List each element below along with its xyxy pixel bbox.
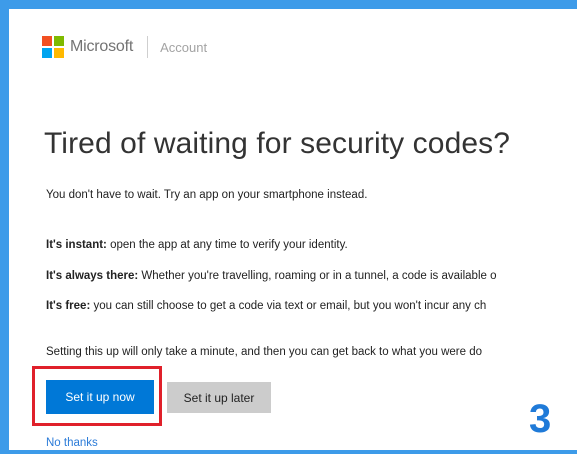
- brand-name: Microsoft: [70, 38, 134, 55]
- header-divider: [147, 36, 149, 58]
- page-title: Tired of waiting for security codes?: [44, 127, 511, 160]
- setup-note: Setting this up will only take a minute,…: [46, 346, 482, 358]
- logo-yellow-square: [54, 48, 64, 58]
- logo-green-square: [54, 36, 64, 46]
- intro-text: You don't have to wait. Try an app on yo…: [46, 189, 368, 201]
- set-it-up-later-button[interactable]: Set it up later: [167, 382, 271, 413]
- benefit-always-there: It's always there: Whether you're travel…: [46, 270, 497, 282]
- set-it-up-now-button[interactable]: Set it up now: [46, 380, 154, 414]
- logo-red-square: [42, 36, 52, 46]
- no-thanks-link[interactable]: No thanks: [46, 437, 98, 449]
- benefit-text: Whether you're travelling, roaming or in…: [138, 270, 497, 282]
- benefit-label: It's always there:: [46, 270, 139, 282]
- step-number: 3: [529, 397, 552, 441]
- benefit-text: you can still choose to get a code via t…: [90, 300, 487, 312]
- benefit-label: It's free:: [46, 300, 91, 312]
- benefit-free: It's free: you can still choose to get a…: [46, 300, 486, 312]
- page-header: Microsoft Account: [42, 35, 207, 59]
- section-name: Account: [160, 39, 208, 55]
- benefit-text: open the app at any time to verify your …: [106, 239, 348, 251]
- page-content: Microsoft Account Tired of waiting for s…: [9, 9, 577, 454]
- microsoft-logo-icon: [42, 36, 64, 58]
- screenshot-frame: Microsoft Account Tired of waiting for s…: [0, 0, 577, 454]
- benefit-label: It's instant:: [46, 239, 107, 251]
- benefit-instant: It's instant: open the app at any time t…: [46, 239, 348, 251]
- logo-blue-square: [42, 48, 52, 58]
